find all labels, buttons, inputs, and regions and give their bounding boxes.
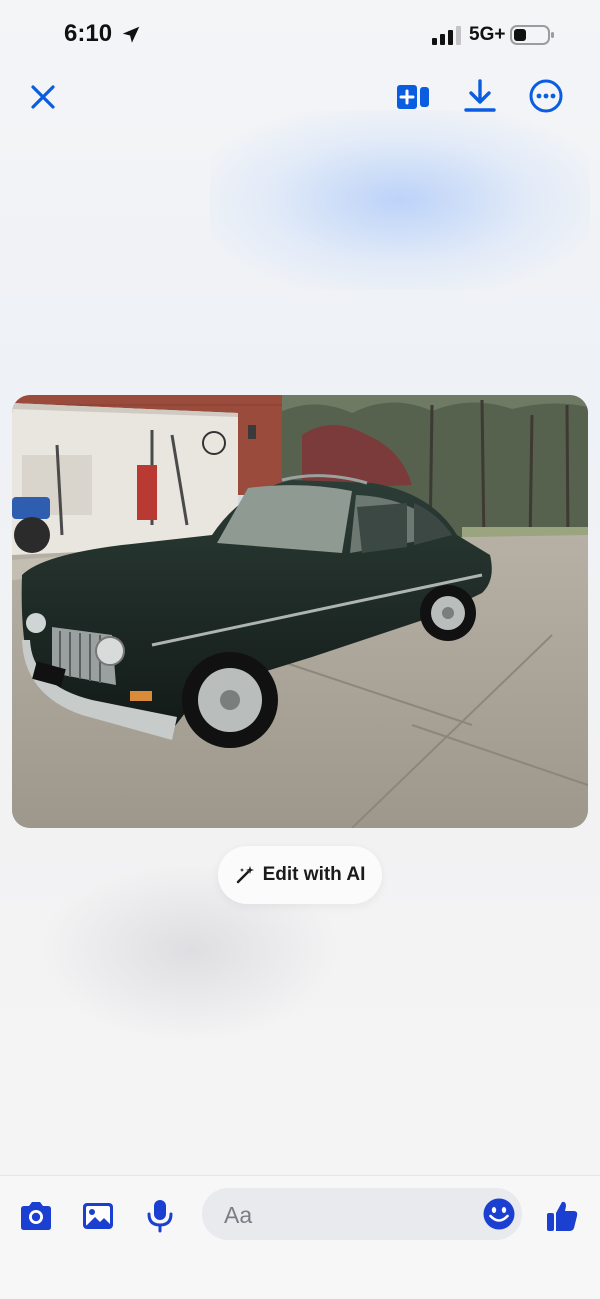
thumbs-up-icon [547, 1201, 578, 1231]
network-type: 5G+ [469, 24, 506, 45]
add-to-collection-icon [397, 85, 429, 109]
close-button[interactable] [22, 76, 64, 118]
background-glow [210, 110, 590, 290]
like-button[interactable] [540, 1194, 584, 1238]
emoji-button[interactable] [478, 1193, 520, 1235]
download-icon [464, 79, 496, 112]
location-arrow-icon [122, 26, 140, 43]
close-icon [31, 85, 55, 109]
microphone-icon [147, 1200, 173, 1233]
photo-illustration [12, 395, 588, 828]
emoji-icon [483, 1198, 515, 1230]
battery-icon [510, 25, 554, 45]
status-bar: 6:10 5G+ [0, 0, 600, 70]
cellular-signal-icon [432, 26, 461, 45]
magic-wand-icon [236, 866, 254, 884]
status-time: 6:10 [64, 20, 113, 47]
gallery-icon [83, 1203, 113, 1229]
message-field [202, 1188, 522, 1242]
gallery-button[interactable] [76, 1194, 120, 1238]
microphone-button[interactable] [138, 1194, 182, 1238]
more-options-icon [529, 79, 563, 113]
camera-button[interactable] [14, 1194, 58, 1238]
edit-with-ai-button[interactable]: Edit with AI [218, 846, 382, 904]
photo-image[interactable] [12, 395, 588, 828]
add-to-collection-button[interactable] [392, 76, 434, 118]
camera-icon [21, 1202, 51, 1230]
message-composer [0, 1175, 600, 1299]
message-input[interactable] [222, 1188, 466, 1242]
more-options-button[interactable] [524, 74, 568, 118]
edit-with-ai-label: Edit with AI [262, 864, 366, 885]
download-button[interactable] [458, 74, 502, 118]
